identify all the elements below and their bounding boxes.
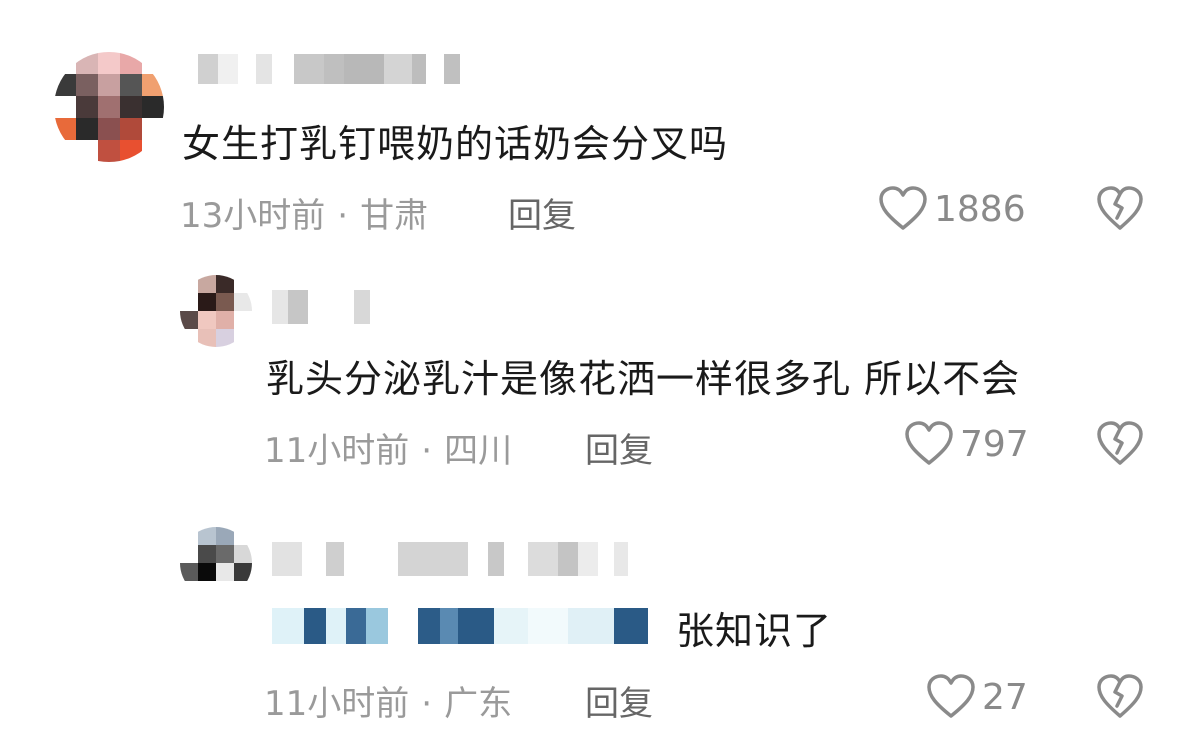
like-count: 27 <box>982 676 1028 718</box>
separator: · <box>421 684 433 724</box>
reply-button[interactable]: 回复 <box>585 676 653 725</box>
broken-heart-icon <box>1096 674 1144 724</box>
comment-time: 11小时前 <box>264 684 410 724</box>
reply-item: 张知识了 11小时前 · 广东 回复 27 <box>0 0 1200 751</box>
dislike-button[interactable] <box>1096 674 1144 724</box>
username-redacted[interactable] <box>272 542 628 576</box>
comment-thread: 女生打乳钉喂奶的话奶会分叉吗 13小时前 · 甘肃 回复 1886 乳头分泌乳汁… <box>0 0 1200 751</box>
comment-meta: 11小时前 · 广东 <box>264 676 512 725</box>
like-button[interactable]: 27 <box>926 674 1028 720</box>
comment-text: 张知识了 <box>676 609 833 653</box>
redacted-mention[interactable] <box>272 608 648 644</box>
comment-location: 广东 <box>444 684 513 724</box>
avatar[interactable] <box>180 527 252 599</box>
heart-outline-icon <box>926 674 976 720</box>
